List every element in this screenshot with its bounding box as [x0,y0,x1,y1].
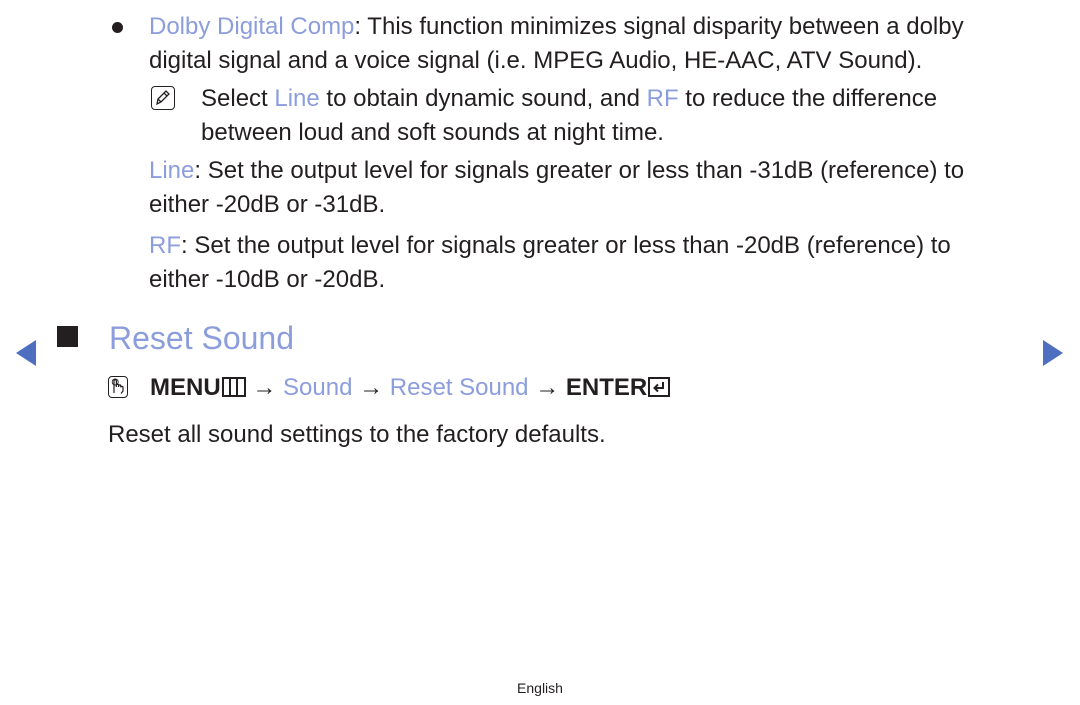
previous-page-arrow-icon[interactable] [16,340,36,366]
note-term-rf: RF [646,85,679,112]
path-arrow: → [535,374,560,401]
note-line-1: Select Line to obtain dynamic sound, and… [201,82,937,116]
section-description: Reset all sound settings to the factory … [108,421,606,448]
section-title: Reset Sound [109,320,295,356]
note-text: to reduce the difference [678,85,938,112]
enter-key: ENTER [565,374,648,401]
rf-term: RF [149,232,181,259]
line-desc-text: : Set the output level for signals great… [194,157,965,184]
square-bullet-icon [57,326,78,347]
note-term-line: Line [274,85,320,112]
dolby-term: Dolby Digital Comp [149,13,355,40]
dolby-line-2: digital signal and a voice signal (i.e. … [149,47,923,74]
note-text: to obtain dynamic sound, and [319,85,647,112]
note-icon [151,86,175,110]
dolby-desc: : This function minimizes signal dispari… [354,13,964,40]
rf-desc-text: : Set the output level for signals great… [181,232,951,259]
note-line-2: between loud and soft sounds at night ti… [201,119,664,146]
path-arrow: → [359,374,384,401]
menu-key: MENU [150,374,221,401]
line-desc-2: either -20dB or -31dB. [149,191,386,218]
bullet-dot-icon [112,22,123,33]
remote-hand-icon [108,376,128,398]
enter-button-icon [648,377,671,397]
path-step-sound: Sound [283,374,353,401]
dolby-line-1: Dolby Digital Comp: This function minimi… [149,10,964,44]
rf-desc-1: RF: Set the output level for signals gre… [149,229,951,263]
line-term: Line [149,157,195,184]
menu-path: MENU → Sound → Reset Sound → ENTER [108,371,671,405]
rf-desc-2: either -10dB or -20dB. [149,266,386,293]
next-page-arrow-icon[interactable] [1043,340,1063,366]
note-text: Select [201,85,275,112]
menu-button-icon [221,377,246,397]
path-arrow: → [252,374,277,401]
footer-language: English [517,680,563,696]
line-desc-1: Line: Set the output level for signals g… [149,154,964,188]
path-step-reset-sound: Reset Sound [389,374,529,401]
